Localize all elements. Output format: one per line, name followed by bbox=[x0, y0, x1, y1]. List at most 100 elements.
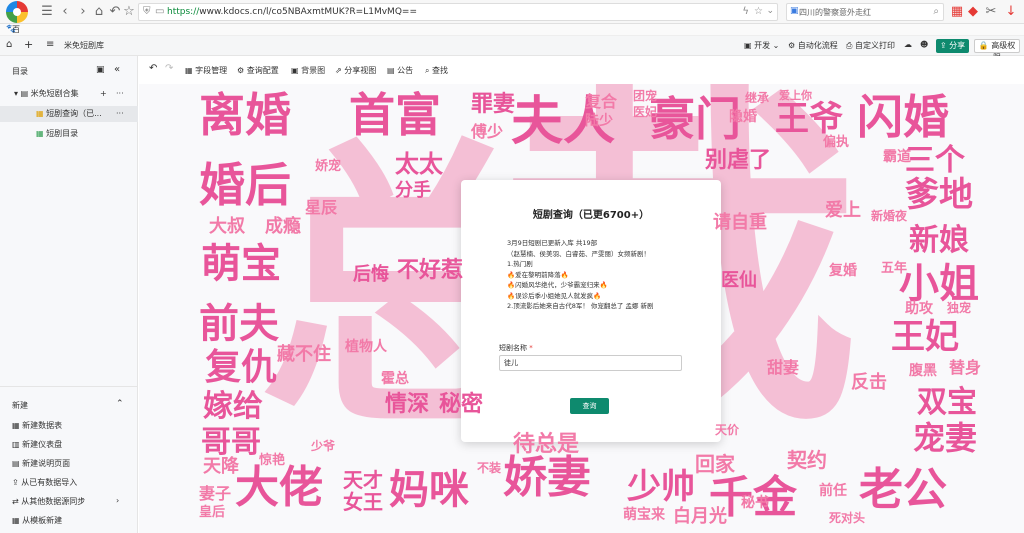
search-icon[interactable]: ⌕ bbox=[933, 6, 939, 17]
field-manage-label: 字段管理 bbox=[195, 66, 228, 75]
dropdown-icon[interactable]: ⌄ bbox=[766, 6, 774, 16]
description-line: 1.热门剧 bbox=[507, 260, 533, 268]
cloud-word: 首富 bbox=[349, 88, 441, 142]
permission-button[interactable]: 🔒 高级权限 bbox=[974, 39, 1020, 62]
browser-search[interactable]: ▣ 四川的警察意外走红 ⌕ bbox=[786, 3, 944, 21]
page-icon: ▭ bbox=[155, 6, 165, 17]
cloud-word: 独宠 bbox=[947, 301, 972, 315]
cloud-word: 请自重 bbox=[713, 212, 767, 233]
cloud-icon[interactable]: ☁ bbox=[904, 40, 912, 49]
cloud-word: 王妃 bbox=[891, 317, 959, 357]
sync-item[interactable]: ⇄ 从其他数据源同步 › bbox=[12, 496, 119, 507]
field-label-text: 短剧名称 bbox=[499, 344, 527, 352]
view-toolbar: ↶ ↷ ▦ 字段管理 ⚙ 查询配置 ▣ 背景图 ⇗ 分享视图 ▤ 公告 ⌕ 查找 bbox=[139, 56, 1024, 84]
cloud-word: 大叔 bbox=[209, 216, 245, 237]
browser-logo-icon[interactable] bbox=[6, 1, 28, 23]
background-button[interactable]: ▣ 背景图 bbox=[291, 65, 325, 76]
dev-button[interactable]: ▣ 开发 ⌄ bbox=[744, 40, 779, 51]
new-dashboard-item[interactable]: ▥ 新建仪表盘 bbox=[12, 439, 62, 450]
cloud-word: 新娘 bbox=[909, 223, 969, 258]
query-config-button[interactable]: ⚙ 查询配置 bbox=[237, 65, 279, 76]
share-button[interactable]: ⇪ 分享 bbox=[936, 39, 969, 53]
query-button[interactable]: 查询 bbox=[570, 398, 609, 414]
add-icon[interactable]: + bbox=[24, 38, 33, 51]
template-item[interactable]: ▦ 从模板新建 bbox=[12, 515, 62, 526]
query-form-card: 短剧查询（已更6700+） 3月9日短剧已更新入库 共19部 （赵慧楠、侯美羽、白… bbox=[461, 180, 721, 442]
home-icon[interactable]: ⌂ bbox=[6, 39, 12, 50]
cloud-word: 偏执 bbox=[823, 135, 850, 150]
menu-icon[interactable]: ≡ bbox=[46, 39, 54, 50]
new-doc-item[interactable]: ▤ 新建说明页面 bbox=[12, 458, 70, 469]
cloud-word: 嫁给 bbox=[203, 389, 263, 424]
cloud-word: 前夫 bbox=[199, 301, 279, 347]
sidebar-item-catalog[interactable]: ▦ 短剧目录 bbox=[0, 126, 138, 142]
back-icon[interactable]: ‹ bbox=[58, 4, 72, 20]
automation-button[interactable]: ⚙ 自动化流程 bbox=[788, 40, 838, 51]
custom-print-button[interactable]: ⎙ 自定义打印 bbox=[846, 40, 895, 51]
cloud-word: 女王 bbox=[343, 490, 383, 514]
sidebar: 目录 ▣ « ▾ ▤ 米免短剧合集 + ··· ▦ 短剧查询（已... ··· … bbox=[0, 56, 138, 533]
undo-icon[interactable]: ↶ bbox=[108, 4, 122, 20]
cloud-word: 回家 bbox=[695, 452, 735, 476]
cloud-word: 婚后 bbox=[199, 158, 291, 212]
redo-icon[interactable]: ↷ bbox=[165, 63, 173, 74]
cloud-word: 分手 bbox=[395, 180, 431, 201]
new-table-item[interactable]: ▦ 新建数据表 bbox=[12, 420, 62, 431]
form-description: 3月9日短剧已更新入库 共19部 （赵慧楠、侯美羽、白睿茹、严雯丽）女频新剧！ 1.… bbox=[507, 238, 654, 312]
import-label: 从已有数据导入 bbox=[21, 478, 78, 487]
cloud-word: 复合 bbox=[585, 92, 618, 111]
cloud-word: 萌宝来 bbox=[623, 507, 665, 523]
fold-icon[interactable]: « bbox=[114, 64, 120, 75]
collapse-panel-icon[interactable]: ▣ bbox=[96, 65, 105, 75]
cloud-word: 天价 bbox=[715, 423, 740, 437]
sidebar-toggle-icon[interactable]: ☰ bbox=[40, 4, 54, 20]
cloud-word: 秘密 bbox=[439, 392, 484, 417]
star-icon[interactable]: ☆ bbox=[122, 4, 136, 20]
bookmark-star-icon[interactable]: ☆ bbox=[754, 6, 763, 17]
cloud-word: 腹黑 bbox=[909, 363, 937, 379]
doc-title[interactable]: 米免短剧库 bbox=[64, 40, 104, 51]
lightning-icon[interactable]: ϟ bbox=[742, 6, 749, 17]
url-text[interactable]: https://www.kdocs.cn/l/co5NBAxmtMUK?R=L1… bbox=[167, 7, 417, 17]
cloud-word: 情深 bbox=[385, 392, 430, 417]
cloud-word: 医仙 bbox=[721, 270, 757, 291]
download-icon[interactable]: ↓ bbox=[1004, 4, 1018, 20]
cloud-word: 少爷 bbox=[311, 439, 336, 453]
more-icon[interactable]: ··· bbox=[116, 86, 124, 102]
chevron-up-icon[interactable]: ⌃ bbox=[116, 399, 124, 409]
import-item[interactable]: ⇪ 从已有数据导入 bbox=[12, 477, 77, 488]
notice-label: 公告 bbox=[397, 66, 414, 75]
bookmark-baidu[interactable]: 🐾 百度 bbox=[6, 24, 20, 45]
apps-icon[interactable]: ▦ bbox=[950, 4, 964, 20]
query-config-label: 查询配置 bbox=[246, 66, 279, 75]
find-label: 查找 bbox=[432, 66, 449, 75]
more-icon[interactable]: ··· bbox=[116, 106, 124, 122]
chevron-right-icon: › bbox=[116, 496, 120, 505]
automation-label: 自动化流程 bbox=[797, 41, 838, 50]
cloud-word: 少帅 bbox=[627, 467, 695, 507]
cloud-word: 新婚夜 bbox=[871, 209, 908, 223]
divider bbox=[0, 386, 138, 387]
description-line: 3月9日短剧已更新入库 共19部 bbox=[507, 239, 598, 247]
cloud-word: 老公 bbox=[859, 464, 947, 515]
drama-name-input[interactable] bbox=[499, 355, 682, 371]
sidebar-heading: 目录 bbox=[12, 67, 28, 76]
cloud-word: 三个 bbox=[905, 143, 965, 178]
sidebar-item-root[interactable]: ▾ ▤ 米免短剧合集 + ··· bbox=[0, 86, 138, 102]
game-icon[interactable]: ◆ bbox=[966, 4, 980, 20]
field-manage-button[interactable]: ▦ 字段管理 bbox=[185, 65, 227, 76]
forward-icon[interactable]: › bbox=[76, 4, 90, 20]
avatar[interactable]: ☻ bbox=[920, 40, 928, 49]
undo-icon[interactable]: ↶ bbox=[149, 63, 157, 74]
share-view-button[interactable]: ⇗ 分享视图 bbox=[335, 65, 376, 76]
sidebar-item-query[interactable]: ▦ 短剧查询（已... ··· bbox=[0, 106, 138, 122]
notice-button[interactable]: ▤ 公告 bbox=[387, 65, 413, 76]
home-icon[interactable]: ⌂ bbox=[92, 4, 106, 20]
address-bar[interactable]: ⛨ ▭ https://www.kdocs.cn/l/co5NBAxmtMUK?… bbox=[138, 3, 778, 21]
cloud-word: 别虐了 bbox=[705, 148, 772, 173]
bookmarks-bar: 🐾 百度 bbox=[0, 24, 1024, 45]
cloud-word: 皇后 bbox=[199, 505, 226, 520]
find-button[interactable]: ⌕ 查找 bbox=[425, 65, 448, 76]
scissors-icon[interactable]: ✂ bbox=[984, 4, 998, 20]
add-item-icon[interactable]: + bbox=[100, 86, 107, 102]
